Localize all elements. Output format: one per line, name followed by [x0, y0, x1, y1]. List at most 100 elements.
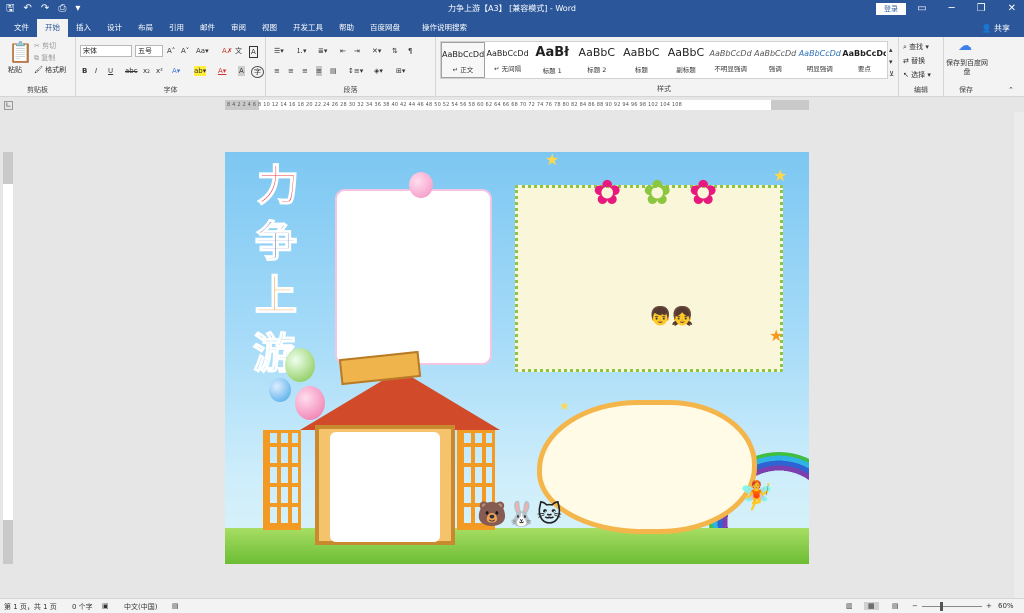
read-mode-icon[interactable]: ▥ [846, 602, 853, 610]
shrink-font-icon[interactable]: A˅ [181, 46, 189, 56]
text-effects-icon[interactable]: A▾ [172, 66, 180, 76]
tab-7[interactable]: 审阅 [223, 19, 254, 37]
borders-icon[interactable]: ⊞▾ [396, 66, 405, 76]
increase-indent-icon[interactable]: ⇥ [354, 46, 360, 56]
print-layout-icon[interactable]: ▦ [864, 602, 879, 610]
vertical-ruler[interactable] [3, 152, 13, 564]
style-item[interactable]: AaBł 标题 1 [530, 42, 574, 78]
sort-icon[interactable]: ⇅ [392, 46, 398, 56]
tab-2[interactable]: 插入 [68, 19, 99, 37]
minimize-icon[interactable]: ─ [949, 2, 955, 16]
tab-1[interactable]: 开始 [37, 19, 68, 37]
paste-button[interactable]: 粘贴 [8, 65, 22, 75]
login-button[interactable]: 登录 [876, 3, 906, 15]
grow-font-icon[interactable]: A˄ [167, 46, 175, 56]
paste-icon[interactable]: 📋 [8, 41, 33, 63]
justify-icon[interactable]: ≡ [316, 66, 322, 76]
tab-6[interactable]: 邮件 [192, 19, 223, 37]
style-item[interactable]: AaBbC 标题 [619, 42, 663, 78]
zoom-out-icon[interactable]: − [912, 602, 918, 610]
find-button[interactable]: ⌕ 查找 ▾ [903, 42, 929, 52]
page-count[interactable]: 第 1 页，共 1 页 [4, 602, 57, 612]
line-spacing-icon[interactable]: ↕≡▾ [348, 66, 363, 76]
format-painter-button[interactable]: 🖌 格式刷 [34, 65, 66, 75]
numbering-icon[interactable]: ⒈▾ [296, 46, 307, 56]
collapse-ribbon-icon[interactable]: ⌃ [1008, 85, 1014, 95]
select-button[interactable]: ↖ 选择 ▾ [903, 70, 931, 80]
shading-icon[interactable]: ◈▾ [374, 66, 383, 76]
share-button[interactable]: 👤 共享 [981, 23, 1010, 34]
styles-scroll-down-icon[interactable]: ▾ [889, 57, 893, 67]
tab-3[interactable]: 设计 [99, 19, 130, 37]
style-item[interactable]: AaBbC 标题 2 [575, 42, 619, 78]
strikethrough-button[interactable]: abc [125, 66, 138, 76]
phonetic-icon[interactable]: 文 [235, 46, 242, 56]
align-right-icon[interactable]: ≡ [302, 66, 308, 76]
bullets-icon[interactable]: ☰▾ [274, 46, 284, 56]
tab-10[interactable]: 帮助 [331, 19, 362, 37]
baidu-cloud-icon[interactable]: ☁ [958, 39, 972, 53]
align-left-icon[interactable]: ≡ [274, 66, 280, 76]
tab-0[interactable]: 文件 [6, 19, 37, 37]
style-item[interactable]: AaBbCcDd 不明显强调 [709, 42, 753, 78]
enclose-char-icon[interactable]: 字 [251, 66, 264, 78]
zoom-thumb[interactable] [940, 602, 943, 611]
replace-button[interactable]: ⇄ 替换 [903, 56, 925, 66]
style-item[interactable]: AaBbCcDd 要点 [842, 42, 886, 78]
superscript-button[interactable]: x² [156, 66, 163, 76]
zoom-in-icon[interactable]: + [986, 602, 992, 610]
restore-icon[interactable]: ❐ [977, 2, 986, 16]
font-name-combo[interactable]: 宋体 [80, 45, 132, 57]
proofing-icon[interactable]: ▣ [102, 602, 109, 610]
align-center-icon[interactable]: ≡ [288, 66, 294, 76]
vertical-scrollbar[interactable] [1014, 112, 1024, 598]
font-color-icon[interactable]: A▾ [218, 66, 226, 76]
char-shading-icon[interactable]: A [238, 66, 245, 76]
tab-12[interactable]: 操作说明搜索 [408, 19, 475, 37]
underline-button[interactable]: U [108, 66, 113, 76]
tab-9[interactable]: 开发工具 [285, 19, 331, 37]
highlight-icon[interactable]: ab▾ [194, 66, 207, 76]
distributed-icon[interactable]: ▤ [330, 66, 337, 76]
zoom-level[interactable]: 60% [998, 602, 1014, 610]
copy-button[interactable]: ⧉ 复制 [34, 53, 55, 63]
italic-button[interactable]: I [95, 66, 97, 76]
close-icon[interactable]: ✕ [1008, 2, 1016, 16]
font-size-combo[interactable]: 五号 [135, 45, 163, 57]
save-to-baidu-button[interactable]: 保存到百度网盘 [946, 59, 988, 77]
style-item[interactable]: AaBbCcDd ↵ 正文 [441, 42, 485, 78]
tab-5[interactable]: 引用 [161, 19, 192, 37]
bold-button[interactable]: B [82, 66, 87, 76]
subscript-button[interactable]: x₂ [143, 66, 150, 76]
cut-button[interactable]: ✂ 剪切 [34, 41, 56, 51]
text-panel-top-left[interactable] [335, 189, 492, 365]
tab-4[interactable]: 布局 [130, 19, 161, 37]
char-border-icon[interactable]: A [249, 46, 258, 58]
style-item[interactable]: AaBbCcDd ↵ 无间隔 [486, 42, 530, 78]
house-window-text-area[interactable] [330, 432, 440, 542]
zoom-slider[interactable] [922, 606, 982, 607]
clear-format-icon[interactable]: A✗ [222, 46, 233, 56]
chinese-layout-icon[interactable]: ✕▾ [372, 46, 381, 56]
style-item[interactable]: AaBbC 副标题 [664, 42, 708, 78]
word-count[interactable]: 0 个字 [72, 602, 93, 612]
document-page[interactable]: 力 争 上 游 ✿ ✿ ✿ 👦👧 ★ ★ ★ ★ 🐻🐰🐱 🧚 [225, 152, 809, 564]
tab-selector-icon[interactable]: ∟ [4, 101, 13, 110]
tab-8[interactable]: 视图 [254, 19, 285, 37]
change-case-icon[interactable]: Aa▾ [196, 46, 209, 56]
web-layout-icon[interactable]: ▤ [892, 602, 899, 610]
style-item[interactable]: AaBbCcDd 强调 [753, 42, 797, 78]
language-status[interactable]: 中文(中国) [124, 602, 157, 612]
ribbon-display-icon[interactable]: ▭ [917, 2, 926, 16]
tab-11[interactable]: 百度网盘 [362, 19, 408, 37]
text-panel-cloud[interactable] [537, 400, 757, 534]
show-marks-icon[interactable]: ¶ [408, 46, 412, 56]
horizontal-ruler[interactable]: 8 4 2 2 4 6 8 10 12 14 16 18 20 22 24 26… [225, 100, 809, 110]
macro-record-icon[interactable]: ▤ [172, 602, 179, 610]
style-item[interactable]: AaBbCcDd 明显强调 [798, 42, 842, 78]
styles-more-icon[interactable]: ⊻ [889, 69, 894, 79]
decrease-indent-icon[interactable]: ⇤ [340, 46, 346, 56]
text-panel-top-right[interactable] [515, 185, 783, 372]
styles-scroll-up-icon[interactable]: ▴ [889, 45, 893, 55]
multilevel-list-icon[interactable]: ≣▾ [318, 46, 327, 56]
